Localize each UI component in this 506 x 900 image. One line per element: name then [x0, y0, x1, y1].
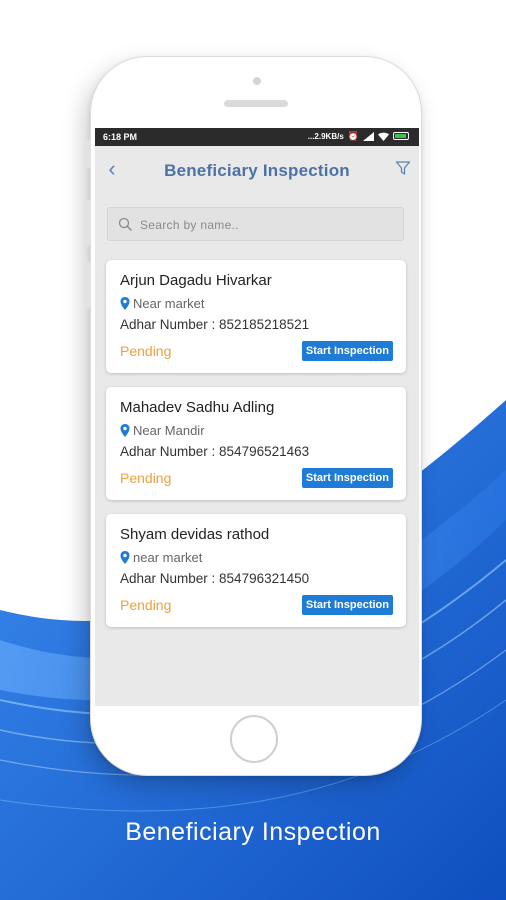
beneficiary-card[interactable]: Arjun Dagadu Hivarkar Near market Adhar …	[106, 260, 406, 373]
wifi-icon	[378, 132, 389, 141]
location-pin-icon	[120, 424, 130, 437]
beneficiary-location: Near market	[120, 296, 205, 311]
location-text: Near market	[133, 296, 205, 311]
home-button[interactable]	[230, 715, 278, 763]
phone-side-button	[86, 200, 91, 246]
start-inspection-button[interactable]: Start Inspection	[301, 341, 393, 361]
adhar-number: Adhar Number : 852185218521	[120, 317, 310, 332]
adhar-number: Adhar Number : 854796321450	[120, 571, 310, 586]
search-icon	[118, 217, 133, 232]
front-camera	[253, 77, 261, 85]
alarm-icon: ⏰	[347, 131, 359, 141]
status-time: 6:18 PM	[103, 132, 138, 142]
signal-icon	[363, 131, 374, 141]
beneficiary-card[interactable]: Mahadev Sadhu Adling Near Mandir Adhar N…	[106, 387, 406, 500]
beneficiary-location: Near Mandir	[120, 423, 205, 438]
location-text: Near Mandir	[133, 423, 205, 438]
phone-side-button	[86, 262, 91, 308]
status-pending: Pending	[120, 597, 172, 613]
search-bar[interactable]	[107, 207, 404, 241]
promo-caption: Beneficiary Inspection	[125, 818, 381, 846]
beneficiary-name: Arjun Dagadu Hivarkar	[120, 272, 272, 289]
start-inspection-button[interactable]: Start Inspection	[301, 595, 393, 615]
phone-side-button	[86, 140, 91, 168]
search-input[interactable]	[138, 215, 392, 235]
status-icons: ...2.9KB/s ⏰	[308, 131, 409, 141]
status-pending: Pending	[120, 470, 172, 486]
network-speed: ...2.9KB/s	[307, 131, 344, 141]
status-pending: Pending	[120, 343, 172, 359]
beneficiary-location: near market	[120, 550, 202, 565]
adhar-number: Adhar Number : 854796521463	[120, 444, 310, 459]
location-pin-icon	[120, 551, 130, 564]
battery-icon	[393, 132, 409, 140]
app-screen: 6:18 PM ...2.9KB/s ⏰ ‹ Beneficiary Inspe…	[95, 128, 419, 706]
page-title: Beneficiary Inspection	[164, 161, 350, 180]
beneficiary-name: Mahadev Sadhu Adling	[120, 399, 275, 416]
filter-icon[interactable]	[395, 160, 411, 176]
start-inspection-button[interactable]: Start Inspection	[301, 468, 393, 488]
earpiece-speaker	[224, 100, 288, 107]
location-pin-icon	[120, 297, 130, 310]
app-bar: ‹ Beneficiary Inspection	[95, 146, 419, 196]
beneficiary-card[interactable]: Shyam devidas rathod near market Adhar N…	[106, 514, 406, 627]
beneficiary-name: Shyam devidas rathod	[120, 526, 270, 543]
location-text: near market	[133, 550, 203, 565]
status-bar: 6:18 PM ...2.9KB/s ⏰	[95, 128, 419, 146]
